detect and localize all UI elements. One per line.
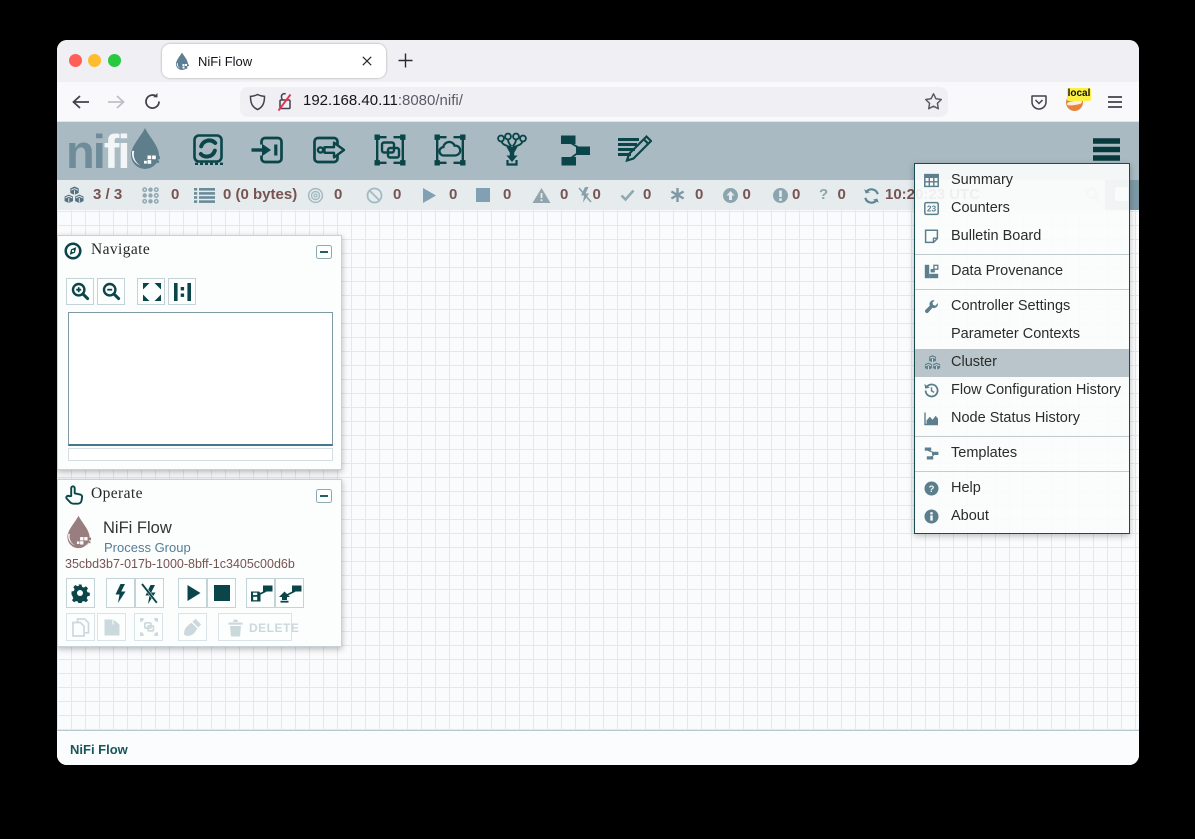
svg-text:23: 23 [927,204,937,214]
svg-text:?: ? [929,484,935,495]
